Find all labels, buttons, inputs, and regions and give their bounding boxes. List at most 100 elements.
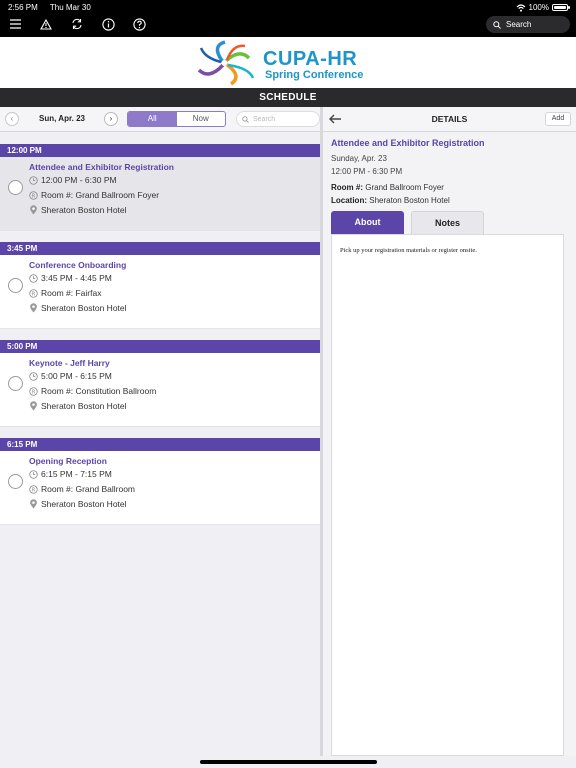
room-icon: R [29, 288, 38, 298]
session-room: Room #: Grand Ballroom Foyer [331, 183, 444, 192]
status-bar-right: 100% [516, 3, 570, 12]
location-pin-icon [29, 303, 38, 313]
global-search-field[interactable]: Search [486, 16, 570, 33]
session-location: Location: Sheraton Boston Hotel [331, 196, 450, 205]
tab-notes[interactable]: Notes [411, 211, 484, 234]
status-date: Thu Mar 30 [49, 3, 91, 12]
prev-day-button[interactable]: ‹ [5, 112, 19, 126]
current-date-label: Sun, Apr. 23 [39, 114, 85, 123]
clock-icon [29, 371, 38, 381]
filter-all-button[interactable]: All [128, 112, 177, 126]
svg-text:R: R [32, 389, 36, 395]
schedule-header: SCHEDULE [0, 88, 576, 107]
location-pin-icon [29, 499, 38, 509]
favorite-radio-button[interactable] [8, 474, 23, 489]
time-group-header: 3:45 PM [0, 242, 320, 255]
next-day-button[interactable]: › [104, 112, 118, 126]
session-row[interactable]: Opening Reception 6:15 PM - 7:15 PM R Roo… [0, 451, 320, 525]
group-spacer [0, 427, 320, 438]
pinwheel-logo-icon [197, 40, 255, 86]
battery-icon [552, 4, 570, 11]
home-indicator[interactable] [200, 760, 377, 764]
session-row-room: Room #: Fairfax [41, 288, 102, 298]
search-icon [493, 20, 501, 29]
session-row-location: Sheraton Boston Hotel [41, 303, 127, 313]
group-spacer [0, 525, 320, 536]
global-search-label: Search [506, 20, 532, 29]
schedule-filter-bar: ‹ Sun, Apr. 23 › All Now Search [0, 107, 320, 132]
alert-icon[interactable] [37, 15, 55, 33]
group-spacer [0, 329, 320, 340]
room-label: Room #: [331, 183, 363, 192]
time-group: 3:45 PM Conference Onboarding 3:45 PM - … [0, 242, 320, 340]
svg-text:R: R [32, 193, 36, 199]
room-value: Grand Ballroom Foyer [365, 183, 444, 192]
svg-text:R: R [32, 487, 36, 493]
room-icon: R [29, 484, 38, 494]
session-time: 12:00 PM - 6:30 PM [331, 167, 403, 176]
menu-icon[interactable] [6, 15, 24, 33]
time-group-header: 6:15 PM [0, 438, 320, 451]
logo-subtitle: Spring Conference [265, 69, 364, 81]
cupa-hr-logo: CUPA-HR Spring Conference [193, 38, 393, 87]
session-row-location: Sheraton Boston Hotel [41, 499, 127, 509]
session-row-title: Opening Reception [29, 456, 107, 466]
session-row-time: 3:45 PM - 4:45 PM [41, 273, 112, 283]
add-button[interactable]: Add [545, 112, 571, 126]
schedule-search-input[interactable]: Search [236, 111, 320, 127]
session-row-title: Attendee and Exhibitor Registration [29, 162, 174, 172]
favorite-radio-button[interactable] [8, 376, 23, 391]
info-icon[interactable] [99, 15, 117, 33]
logo-title: CUPA-HR [263, 48, 358, 70]
session-row-room: Room #: Grand Ballroom [41, 484, 136, 494]
schedule-pane: ‹ Sun, Apr. 23 › All Now Search 12:00 PM… [0, 107, 320, 756]
time-group-header: 12:00 PM [0, 144, 320, 157]
session-row[interactable]: Conference Onboarding 3:45 PM - 4:45 PM … [0, 255, 320, 329]
location-label: Location: [331, 196, 367, 205]
time-group: 12:00 PM Attendee and Exhibitor Registra… [0, 144, 320, 242]
help-icon[interactable] [130, 15, 148, 33]
sync-icon[interactable] [68, 15, 86, 33]
session-row-time: 5:00 PM - 6:15 PM [41, 371, 112, 381]
group-spacer [0, 231, 320, 242]
session-row-title: Keynote - Jeff Harry [29, 358, 110, 368]
time-group: 5:00 PM Keynote - Jeff Harry 5:00 PM - 6… [0, 340, 320, 438]
session-row-time: 12:00 PM - 6:30 PM [41, 175, 117, 185]
top-bar: 2:56 PM Thu Mar 30 100% Search [0, 0, 576, 37]
details-pane: DETAILS Add Attendee and Exhibitor Regis… [323, 107, 576, 756]
session-list: 12:00 PM Attendee and Exhibitor Registra… [0, 144, 320, 536]
search-icon [242, 115, 249, 123]
about-panel: Pick up your registration materials or r… [331, 234, 564, 756]
status-time: 2:56 PM [8, 3, 38, 12]
time-group: 6:15 PM Opening Reception 6:15 PM - 7:15… [0, 438, 320, 536]
session-title: Attendee and Exhibitor Registration [331, 138, 485, 148]
wifi-icon [516, 3, 525, 12]
session-row-location: Sheraton Boston Hotel [41, 401, 127, 411]
details-title: DETAILS [431, 114, 468, 124]
favorite-radio-button[interactable] [8, 180, 23, 195]
session-row[interactable]: Attendee and Exhibitor Registration 12:0… [0, 157, 320, 231]
session-row-room: Room #: Grand Ballroom Foyer [41, 190, 160, 200]
time-group-header: 5:00 PM [0, 340, 320, 353]
room-icon: R [29, 386, 38, 396]
session-row-time: 6:15 PM - 7:15 PM [41, 469, 112, 479]
location-value: Sheraton Boston Hotel [369, 196, 450, 205]
details-tabs: About Notes [331, 211, 484, 234]
room-icon: R [29, 190, 38, 200]
filter-segmented-control: All Now [127, 111, 226, 127]
details-bar: DETAILS Add [323, 107, 576, 132]
svg-text:R: R [32, 291, 36, 297]
schedule-search-placeholder: Search [253, 115, 276, 123]
filter-now-button[interactable]: Now [177, 112, 226, 126]
about-text: Pick up your registration materials or r… [340, 247, 477, 254]
session-date: Sunday, Apr. 23 [331, 154, 387, 163]
session-row-room: Room #: Constitution Ballroom [41, 386, 157, 396]
session-row[interactable]: Keynote - Jeff Harry 5:00 PM - 6:15 PM R… [0, 353, 320, 427]
favorite-radio-button[interactable] [8, 278, 23, 293]
location-pin-icon [29, 205, 38, 215]
location-pin-icon [29, 401, 38, 411]
tab-about[interactable]: About [331, 211, 404, 234]
session-row-title: Conference Onboarding [29, 260, 127, 270]
clock-icon [29, 273, 38, 283]
battery-percent: 100% [528, 3, 549, 12]
